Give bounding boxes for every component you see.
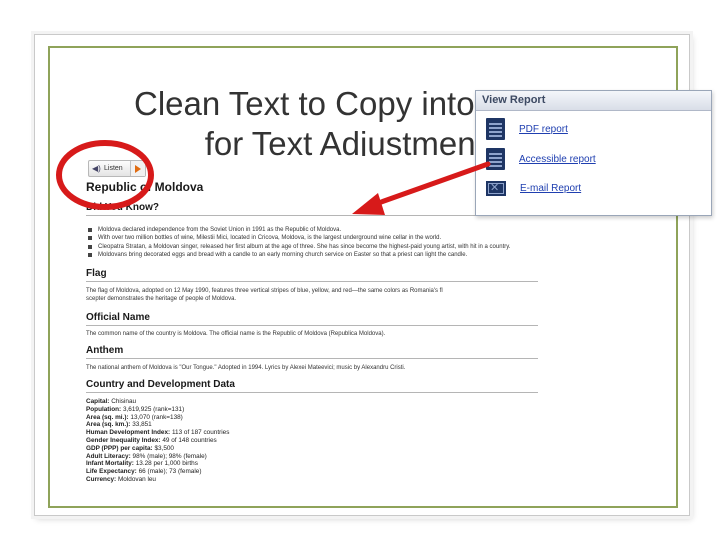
email-report-link[interactable]: E-mail Report xyxy=(520,183,581,194)
list-item: Cleopatra Stratan, a Moldovan singer, re… xyxy=(86,243,540,251)
fact-row: Capital: Chisinau xyxy=(86,398,137,405)
fact-row: Infant Mortality: 13.28 per 1,000 births xyxy=(86,460,198,468)
divider xyxy=(86,392,538,393)
list-item: With over two million bottles of wine, M… xyxy=(86,234,540,242)
bullet-icon xyxy=(88,253,92,258)
fact-row: Human Development Index: 113 of 187 coun… xyxy=(86,429,230,437)
list-item: Moldova declared independence from the S… xyxy=(86,226,540,234)
list-item: Moldovans bring decorated eggs and bread… xyxy=(86,251,540,259)
fact-row: Gender Inequality Index: 49 of 148 count… xyxy=(86,436,217,444)
official-name-text: The common name of the country is Moldov… xyxy=(86,331,386,337)
pdf-report-link[interactable]: PDF report xyxy=(519,124,568,135)
email-icon xyxy=(486,181,506,196)
pdf-report-item[interactable]: PDF report xyxy=(486,118,568,140)
slide: Clean Text to Copy into Word for Text Ad… xyxy=(0,0,720,540)
official-name-heading: Official Name xyxy=(86,312,150,323)
view-report-header: View Report xyxy=(476,91,711,111)
play-icon[interactable] xyxy=(130,161,145,176)
document-icon xyxy=(486,148,505,170)
anthem-heading: Anthem xyxy=(86,345,124,356)
listen-button[interactable]: ◀) Listen xyxy=(88,160,146,177)
divider xyxy=(86,325,538,326)
document-icon xyxy=(486,118,505,140)
flag-heading: Flag xyxy=(86,268,107,279)
country-facts-list: Capital: Chisinau Population: 3,619,925 … xyxy=(86,398,229,484)
fact-row: Life Expectancy: 66 (male); 73 (female) xyxy=(86,468,202,476)
did-you-know-heading: Did You Know? xyxy=(86,202,159,213)
fact-row: Area (sq. mi.): 13,070 (rank=138) xyxy=(86,413,183,421)
bullet-icon xyxy=(88,244,92,249)
divider xyxy=(86,215,538,216)
web-page-screenshot: ◀) Listen Republic of Moldova Did You Kn… xyxy=(84,156,540,492)
anthem-text: The national anthem of Moldova is "Our T… xyxy=(86,365,406,371)
fact-row: Population: 3,619,925 (rank=131) xyxy=(86,405,185,413)
email-report-item[interactable]: E-mail Report xyxy=(486,181,581,196)
article-title: Republic of Moldova xyxy=(86,180,204,194)
speaker-icon: ◀) xyxy=(92,163,101,173)
fact-row: Adult Literacy: 98% (male); 98% (female) xyxy=(86,452,207,460)
bullet-icon xyxy=(88,236,92,241)
listen-label: Listen xyxy=(104,165,123,172)
fact-row: Area (sq. km.): 33,851 xyxy=(86,421,152,429)
accessible-report-item[interactable]: Accessible report xyxy=(486,148,596,170)
view-report-panel: View Report PDF report Accessible report… xyxy=(475,90,712,216)
country-data-heading: Country and Development Data xyxy=(86,379,235,390)
divider xyxy=(86,281,538,282)
fact-row: GDP (PPP) per capita: $3,500 xyxy=(86,444,174,452)
fact-row: Currency: Moldovan leu xyxy=(86,475,156,483)
bullet-icon xyxy=(88,228,92,232)
accessible-report-link[interactable]: Accessible report xyxy=(519,154,596,165)
did-you-know-list: Moldova declared independence from the S… xyxy=(86,226,540,260)
divider xyxy=(86,358,538,359)
flag-text: The flag of Moldova, adopted on 12 May 1… xyxy=(86,288,443,302)
